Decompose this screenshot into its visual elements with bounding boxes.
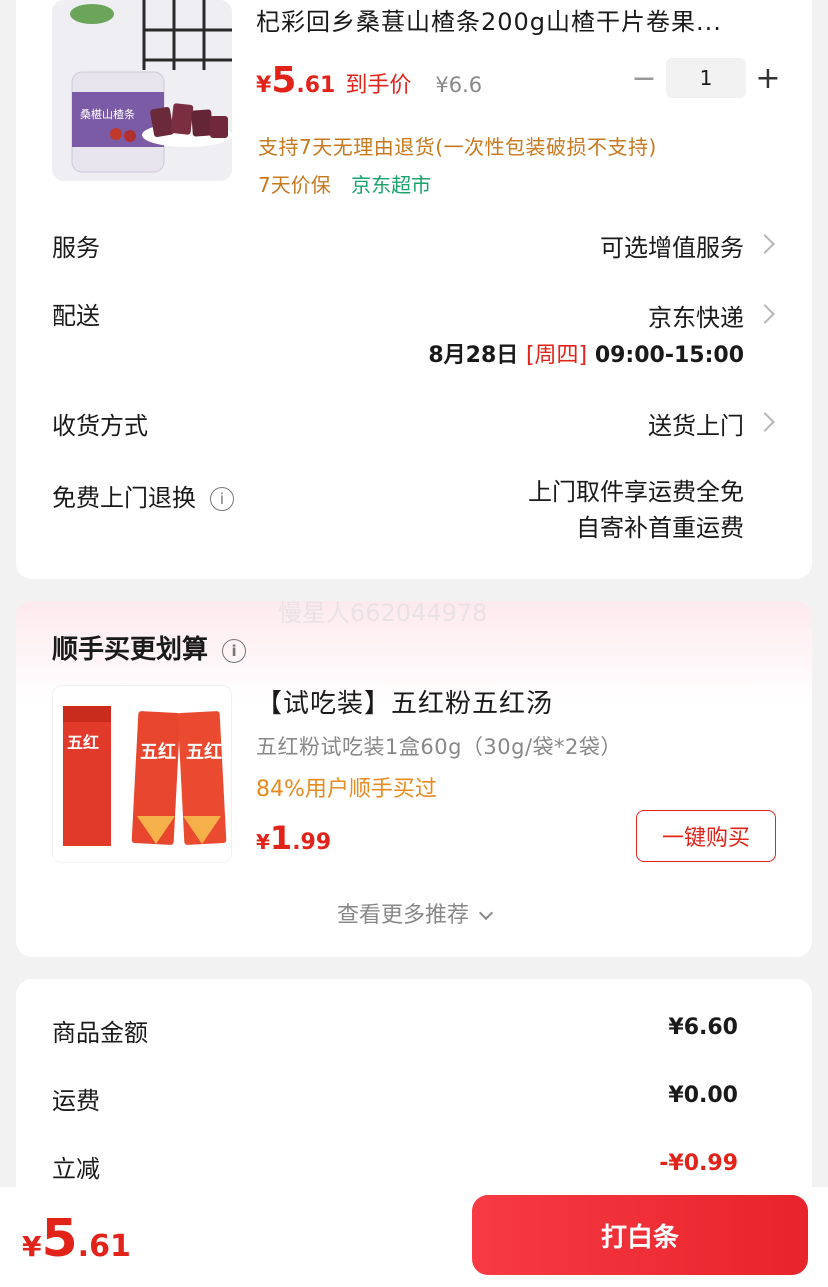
order-item-card: 桑椹山楂条 杞彩回乡桑葚山楂条200g山楂干片卷果... ¥ 5 .61 到手价… [16, 0, 812, 579]
discount-value: -¥0.99 [659, 1151, 738, 1176]
free-return-line2: 自寄补首重运费 [576, 514, 744, 542]
service-chevron-icon[interactable] [755, 234, 775, 254]
goods-amount-value: ¥6.60 [668, 1015, 738, 1040]
recommend-price-decimal: .99 [292, 830, 332, 855]
svg-text:五红: 五红 [140, 741, 176, 763]
svg-text:五红: 五红 [67, 733, 99, 752]
recommend-title: 顺手买更划算 i [52, 629, 247, 666]
product-title[interactable]: 杞彩回乡桑葚山楂条200g山楂干片卷果... [256, 2, 766, 37]
recommend-price-integer: 1 [269, 819, 293, 857]
decrease-button[interactable]: − [622, 58, 666, 98]
receive-method-label: 收货方式 [52, 412, 148, 440]
recommend-card: 慢星人66204​4978 顺手买更划算 i 五红 五红 五红 【试吃装】五红粉五… [16, 599, 812, 957]
total-price: ¥ 5 .61 [22, 1209, 131, 1269]
receive-method-value[interactable]: 送货上门 [648, 406, 744, 441]
quantity-input[interactable]: 1 [666, 58, 746, 98]
recommend-title-text: 顺手买更划算 [52, 635, 209, 665]
increase-button[interactable]: + [746, 58, 790, 98]
delivery-chevron-icon[interactable] [755, 304, 775, 324]
price-currency: ¥ [256, 73, 272, 98]
price-row: ¥ 5 .61 到手价 ¥6.6 [256, 60, 482, 101]
recommend-price: ¥ 1 .99 [256, 819, 331, 857]
total-integer: 5 [41, 1209, 78, 1269]
price-integer: 5 [271, 60, 297, 101]
recommend-product-photo: 五红 五红 五红 [53, 686, 231, 862]
quantity-stepper: − 1 + [622, 58, 790, 98]
recommend-bought-rate: 84%用户顺手买过 [256, 777, 437, 802]
info-icon[interactable]: i [222, 638, 247, 663]
chevron-down-icon [478, 905, 494, 921]
shipping-value: ¥0.00 [668, 1083, 738, 1108]
price-guarantee-tag: 7天价保 [258, 173, 331, 197]
more-recommendations-link[interactable]: 查看更多推荐 [16, 897, 812, 929]
jd-supermarket-tag: 京东超市 [351, 173, 432, 197]
service-label: 服务 [52, 234, 100, 262]
svg-text:桑椹山楂条: 桑椹山楂条 [80, 107, 135, 121]
delivery-date: 8月28日 [428, 343, 519, 368]
svg-text:五红: 五红 [186, 741, 222, 763]
recommend-product-image[interactable]: 五红 五红 五红 [52, 685, 232, 863]
more-recommendations-label: 查看更多推荐 [336, 903, 469, 928]
return-policy-note: 支持7天无理由退货(一次性包装破损不支持) [258, 135, 657, 159]
shipping-label: 运费 [52, 1087, 100, 1115]
baitiao-pay-button[interactable]: 打白条 [472, 1195, 808, 1275]
checkout-bar: ¥ 5 .61 打白条 [0, 1187, 828, 1287]
price-decimal: .61 [296, 73, 336, 98]
watermark: 慢星人66204​4978 [278, 599, 488, 627]
free-return-text: 免费上门退换 [52, 484, 196, 512]
total-decimal: .61 [77, 1229, 131, 1264]
delivery-value[interactable]: 京东快递 [648, 298, 744, 333]
delivery-slot: 09:00-15:00 [594, 343, 744, 368]
tag-row: 7天价保 京东超市 [258, 169, 431, 198]
receive-chevron-icon[interactable] [755, 412, 775, 432]
discount-label: 立减 [52, 1155, 100, 1183]
service-value[interactable]: 可选增值服务 [600, 228, 744, 263]
recommend-product-name[interactable]: 【试吃装】五红粉五红汤 [256, 683, 553, 720]
delivery-label: 配送 [52, 302, 100, 330]
recommend-price-currency: ¥ [256, 830, 270, 854]
free-return-label: 免费上门退换 i [52, 478, 234, 513]
goods-amount-label: 商品金额 [52, 1019, 148, 1047]
recommend-product-spec: 五红粉试吃装1盒60g（30g/袋*2袋） [256, 735, 622, 759]
product-photo: 桑椹山楂条 [52, 0, 232, 181]
total-currency: ¥ [22, 1230, 42, 1263]
product-image[interactable]: 桑椹山楂条 [52, 0, 232, 181]
free-return-details: 上门取件享运费全免 自寄补首重运费 [528, 474, 744, 546]
delivery-weekday: [周四] [525, 343, 588, 368]
one-click-buy-button[interactable]: 一键购买 [636, 810, 776, 862]
price-tag: 到手价 [345, 73, 412, 98]
original-price: ¥6.6 [435, 73, 483, 97]
info-icon[interactable]: i [210, 487, 234, 511]
delivery-time[interactable]: 8月28日 [周四] 09:00-15:00 [428, 337, 744, 369]
free-return-line1: 上门取件享运费全免 [528, 478, 744, 506]
